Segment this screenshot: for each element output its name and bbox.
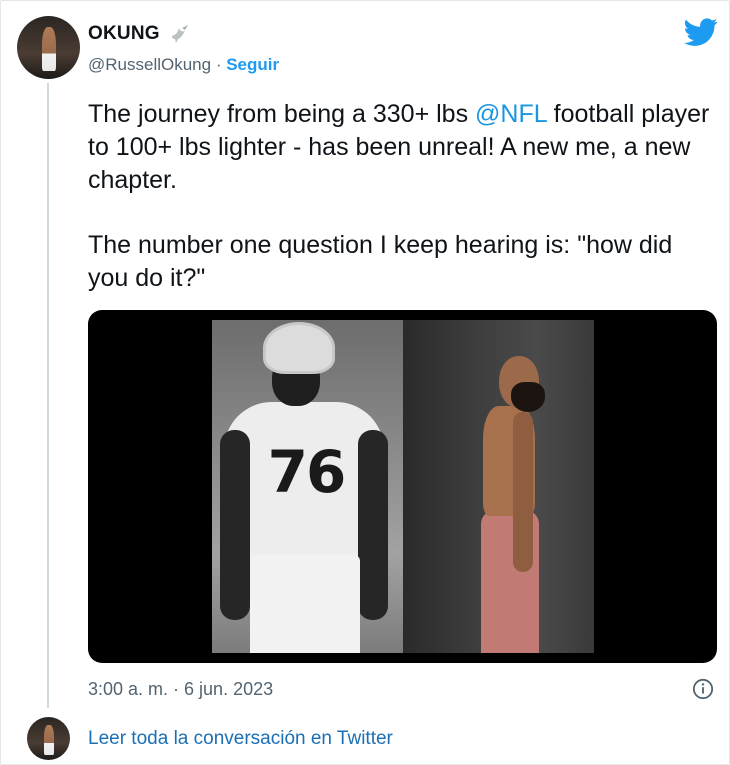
info-icon[interactable]: [692, 678, 714, 700]
author-handle-row: @RussellOkung · Seguir: [88, 55, 279, 75]
twitter-bird-icon[interactable]: [684, 15, 718, 49]
author-handle[interactable]: @RussellOkung: [88, 55, 211, 74]
dove-icon: [172, 25, 188, 43]
tweet-card: OKUNG @RussellOkung · Seguir The journey…: [0, 0, 730, 765]
tweet-media[interactable]: 76: [88, 310, 717, 663]
before-photo: 76: [212, 320, 403, 653]
tweet-timestamp[interactable]: 3:00 a. m. · 6 jun. 2023: [88, 679, 273, 700]
footer-avatar[interactable]: [27, 717, 70, 760]
tweet-paragraph-1: The journey from being a 330+ lbs @NFL f…: [88, 100, 710, 194]
after-photo: [403, 320, 594, 653]
tweet-text: The journey from being a 330+ lbs @NFL f…: [88, 98, 713, 327]
mention-link[interactable]: @NFL: [475, 100, 547, 128]
tweet-paragraph-2: The number one question I keep hearing i…: [88, 231, 673, 292]
follow-button[interactable]: Seguir: [226, 55, 279, 74]
author-avatar[interactable]: [17, 16, 80, 79]
jersey-number: 76: [267, 438, 347, 506]
read-conversation-link[interactable]: Leer toda la conversación en Twitter: [88, 728, 393, 750]
thread-line: [47, 83, 49, 708]
author-name[interactable]: OKUNG: [88, 23, 160, 45]
handle-separator: ·: [211, 55, 227, 74]
